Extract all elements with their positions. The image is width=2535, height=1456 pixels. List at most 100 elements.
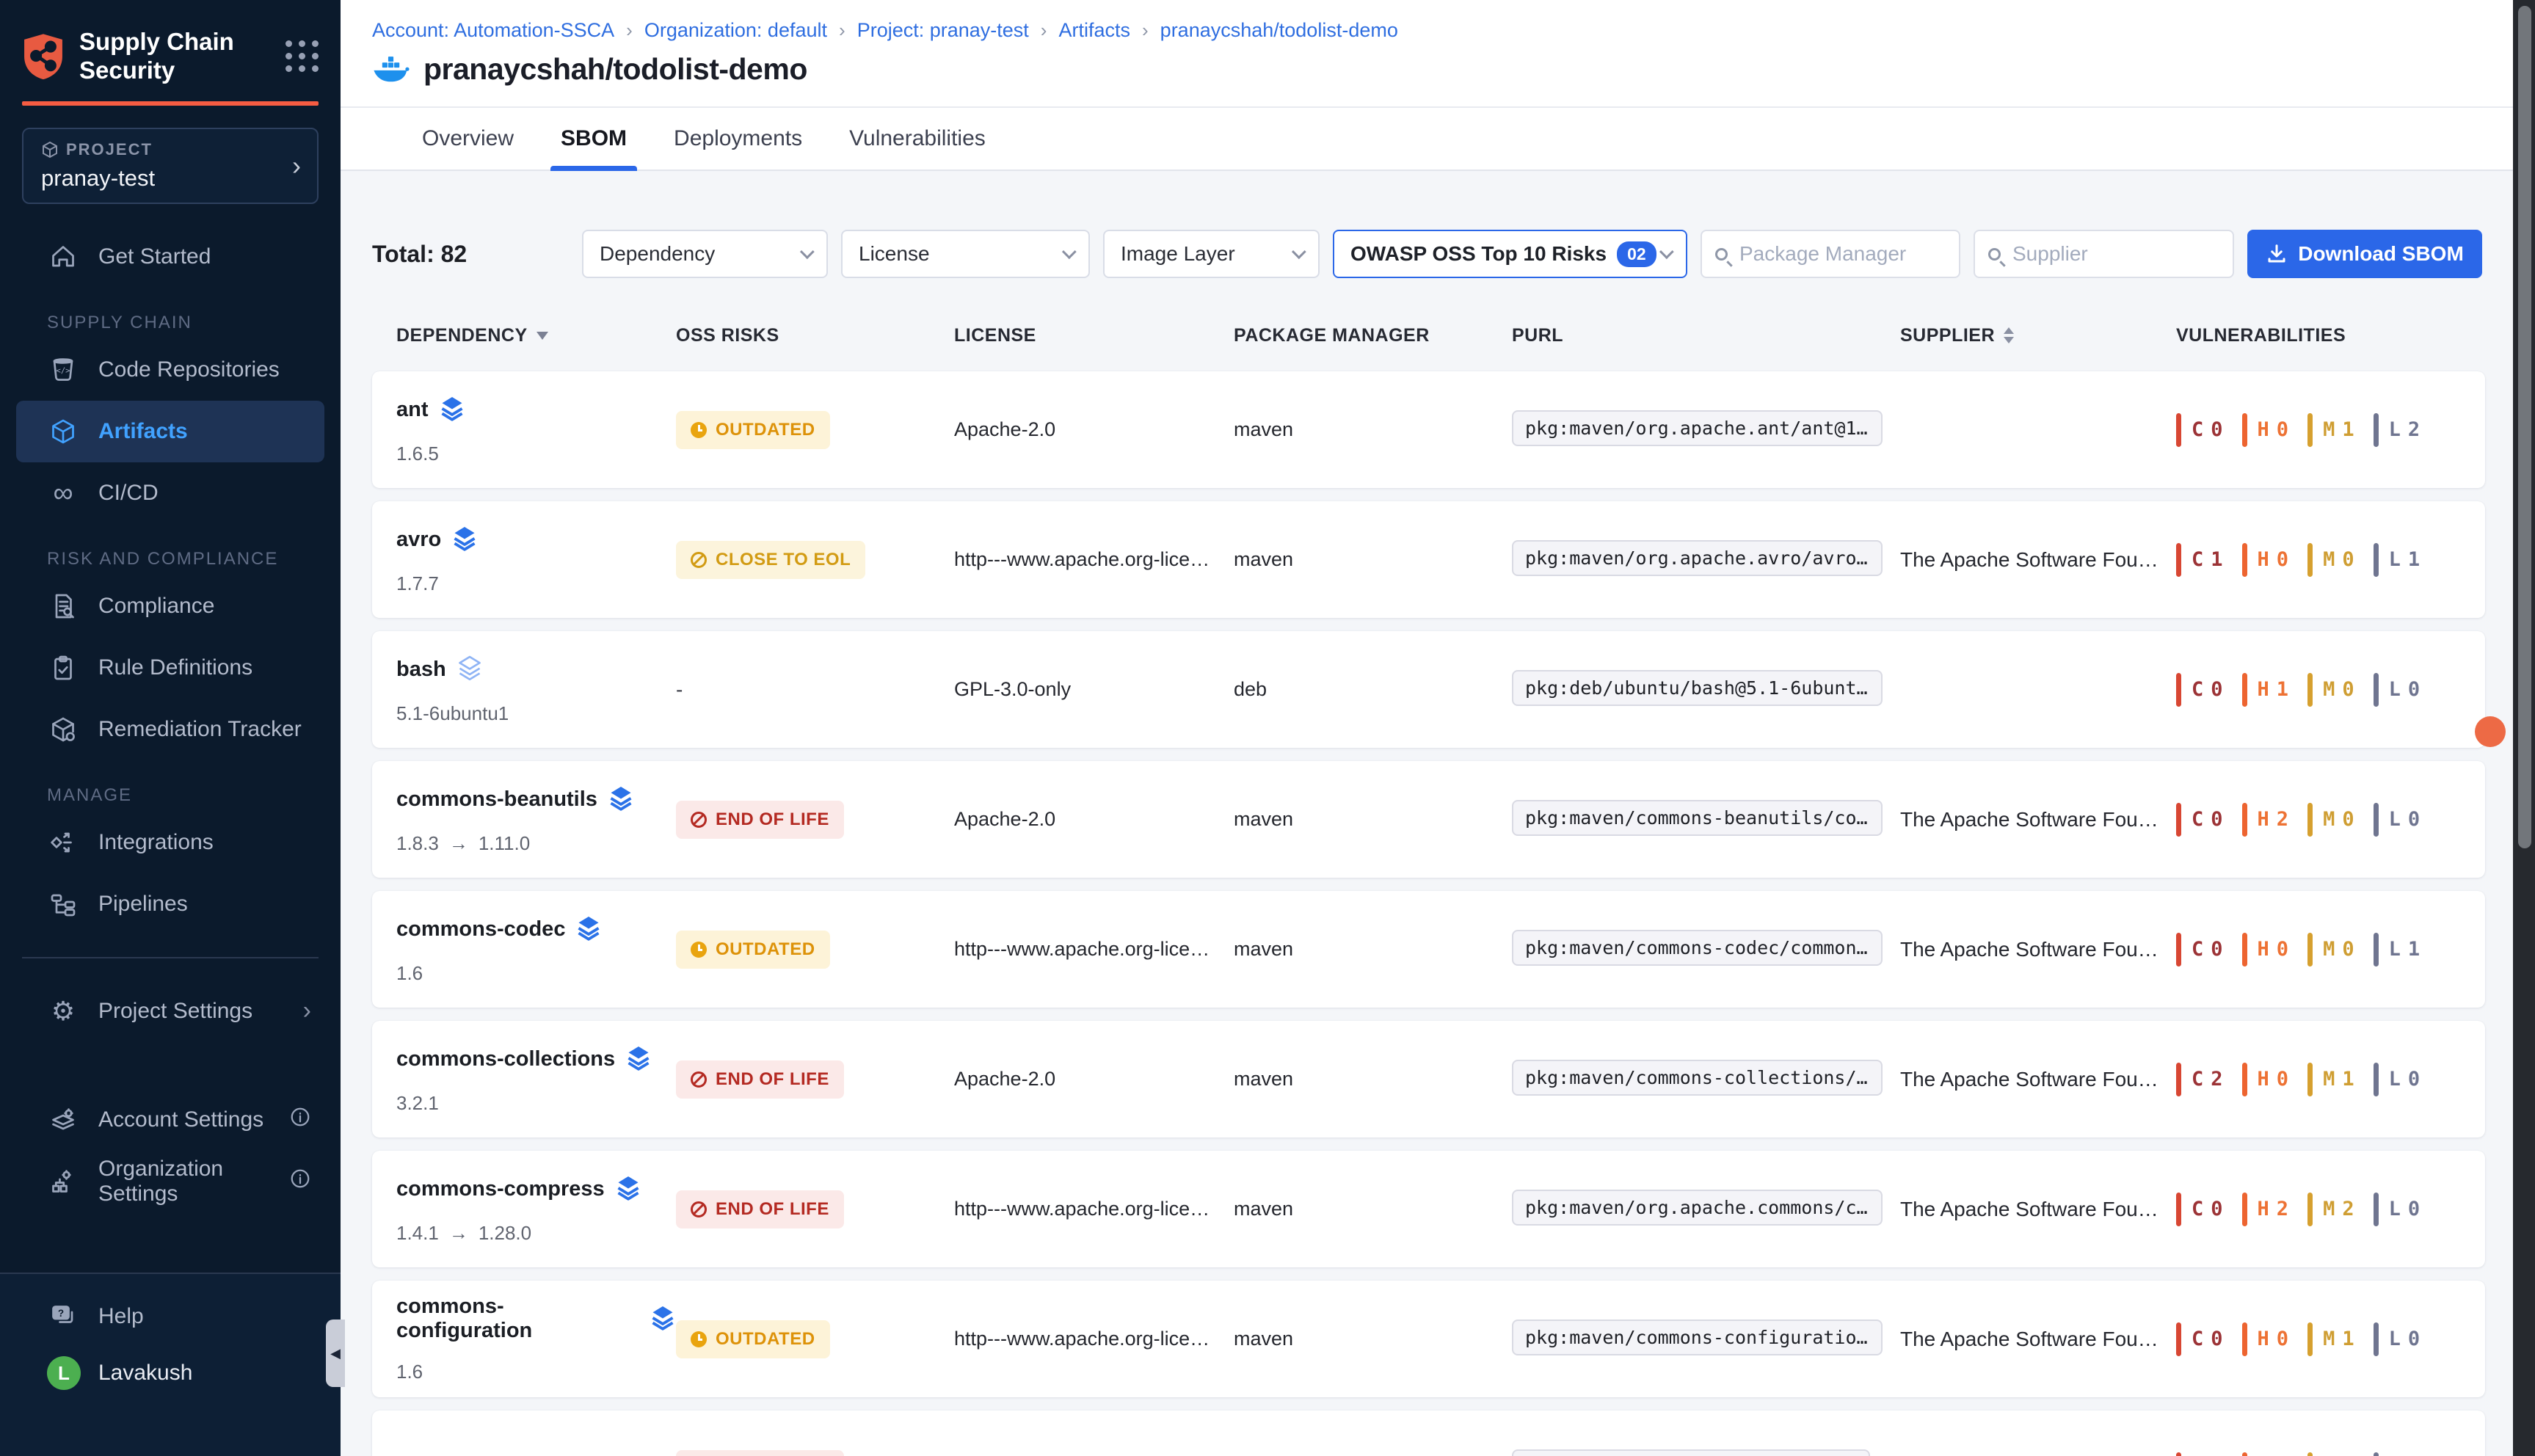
oss-risk-badge: END OF LIFE	[676, 1190, 844, 1228]
upgrade-arrow-icon	[449, 1222, 468, 1245]
dependency-name[interactable]: commons-collections	[396, 1047, 615, 1071]
floating-notification-dot[interactable]	[2475, 716, 2506, 747]
sidebar-footer: ?Help L Lavakush	[0, 1273, 341, 1456]
sidebar-item-rule-definitions[interactable]: Rule Definitions	[0, 637, 341, 699]
table-row[interactable]: commons-beanutils1.8.31.11.0END OF LIFEA…	[372, 761, 2485, 878]
table-row[interactable]: bash5.1-6ubuntu1-GPL-3.0-onlydebpkg:deb/…	[372, 631, 2485, 748]
table-header: DEPENDENCY OSS RISKS LICENSE PACKAGE MAN…	[372, 323, 2485, 348]
sidebar-item-artifacts[interactable]: Artifacts	[16, 401, 324, 462]
purl-chip[interactable]: pkg:maven/commons-fileupload/…	[1512, 1449, 1870, 1456]
download-sbom-button[interactable]: Download SBOM	[2247, 230, 2482, 278]
sidebar-collapse-handle[interactable]: ◀	[326, 1320, 345, 1387]
sidebar-item-label: Compliance	[98, 594, 214, 619]
image-layer-filter-select[interactable]: Image Layer	[1103, 230, 1320, 278]
vuln-h: H2	[2242, 1193, 2289, 1226]
purl-chip[interactable]: pkg:maven/commons-beanutils/comm…	[1512, 800, 1883, 836]
supplier-search-input[interactable]	[2012, 242, 2219, 266]
sidebar-item-integrations[interactable]: Integrations	[0, 812, 341, 873]
vulnerability-counts[interactable]: C0H2M2L0	[2176, 1193, 2485, 1226]
sidebar-item-ci-cd[interactable]: ∞CI/CD	[0, 462, 341, 524]
table-row[interactable]: commons-fileuploadEND OF LIFEApache-2.0m…	[372, 1410, 2485, 1456]
breadcrumb-link[interactable]: Organization: default	[644, 19, 827, 42]
app-switcher-grid-icon[interactable]	[285, 40, 319, 73]
dependency-version: 1.6	[396, 962, 676, 985]
breadcrumb-link[interactable]: Project: pranay-test	[857, 19, 1029, 42]
package-manager-search[interactable]	[1701, 230, 1960, 278]
brand-divider	[22, 101, 319, 106]
infinity-icon: ∞	[47, 479, 79, 507]
user-menu[interactable]: L Lavakush	[0, 1356, 341, 1390]
page-scrollbar[interactable]	[2513, 0, 2535, 1456]
sidebar-item-compliance[interactable]: Compliance	[0, 575, 341, 637]
dependency-name[interactable]: commons-compress	[396, 1177, 605, 1201]
tab-overview[interactable]: Overview	[422, 108, 514, 170]
dependency-name[interactable]: commons-codec	[396, 917, 565, 942]
license-value: Apache-2.0	[954, 1068, 1234, 1091]
project-label: PROJECT	[66, 140, 153, 159]
dependency-filter-select[interactable]: Dependency	[582, 230, 828, 278]
purl-chip[interactable]: pkg:maven/org.apache.commons/com…	[1512, 1190, 1883, 1226]
vulnerability-counts[interactable]: C1H0M0L1	[2176, 543, 2485, 577]
sidebar-item-code-repositories[interactable]: </>Code Repositories	[0, 339, 341, 401]
owasp-risks-filter-select[interactable]: OWASP OSS Top 10 Risks 02	[1333, 230, 1687, 278]
vulnerability-counts[interactable]: C0H0M0L1	[2176, 933, 2485, 967]
supplier-search[interactable]	[1974, 230, 2234, 278]
dependency-name[interactable]: bash	[396, 658, 446, 682]
package-manager-value: maven	[1234, 418, 1512, 441]
severity-bar	[2307, 413, 2313, 447]
sidebar-item-organization-settings[interactable]: Organization Settings	[0, 1151, 341, 1212]
sidebar-item-get-started[interactable]: Get Started	[0, 226, 341, 288]
table-row[interactable]: commons-configuration1.6OUTDATEDhttp---w…	[372, 1281, 2485, 1397]
vuln-m: M0	[2307, 1452, 2354, 1456]
chevron-right-icon: ›	[292, 150, 301, 181]
breadcrumb-link[interactable]: Artifacts	[1058, 19, 1130, 42]
col-dependency[interactable]: DEPENDENCY	[396, 325, 676, 346]
vulnerability-counts[interactable]: C0H0M1L0	[2176, 1322, 2485, 1356]
severity-bar	[2307, 543, 2313, 577]
sidebar-item-label: Organization Settings	[98, 1157, 289, 1206]
sidebar-item-help[interactable]: ?Help	[0, 1287, 341, 1346]
vulnerability-counts[interactable]: C2H0M1L0	[2176, 1063, 2485, 1096]
supplier-value: The Apache Software Foun…	[1900, 1068, 2176, 1091]
sidebar-item-project-settings[interactable]: ⚙Project Settings›	[0, 980, 341, 1042]
table-row[interactable]: commons-codec1.6OUTDATEDhttp---www.apach…	[372, 891, 2485, 1008]
dependency-name[interactable]: ant	[396, 398, 429, 422]
scrollbar-thumb[interactable]	[2518, 6, 2531, 848]
purl-chip[interactable]: pkg:deb/ubuntu/bash@5.1-6ubuntu1	[1512, 670, 1883, 706]
tab-deployments[interactable]: Deployments	[674, 108, 802, 170]
breadcrumb-link[interactable]: Account: Automation-SSCA	[372, 19, 614, 42]
sidebar-item-account-settings[interactable]: Account Settings	[0, 1089, 341, 1151]
vuln-l: L0	[2374, 1193, 2421, 1226]
dependency-name[interactable]: avro	[396, 528, 441, 552]
dependency-name[interactable]: commons-beanutils	[396, 787, 597, 812]
vulnerability-counts[interactable]: C0H1M0L0	[2176, 673, 2485, 707]
sidebar-section-heading: RISK AND COMPLIANCE	[0, 543, 341, 575]
purl-chip[interactable]: pkg:maven/commons-configuration/…	[1512, 1320, 1883, 1355]
project-selector[interactable]: PROJECT pranay-test ›	[22, 128, 319, 204]
breadcrumb-link[interactable]: pranaycshah/todolist-demo	[1160, 19, 1398, 42]
purl-chip[interactable]: pkg:maven/commons-codec/commons-…	[1512, 930, 1883, 966]
col-supplier[interactable]: SUPPLIER	[1900, 325, 2176, 346]
sidebar-divider	[22, 957, 319, 958]
purl-chip[interactable]: pkg:maven/commons-collections/co…	[1512, 1060, 1883, 1096]
tabs-bar: Overview SBOM Deployments Vulnerabilities	[341, 108, 2535, 171]
vulnerability-counts[interactable]: C0H0M1L2	[2176, 413, 2485, 447]
license-value: http---www.apache.org-lice…	[954, 1328, 1234, 1350]
severity-bar	[2374, 413, 2379, 447]
vulnerability-counts[interactable]: C1H0M0L0	[2176, 1452, 2485, 1456]
table-row[interactable]: commons-compress1.4.11.28.0END OF LIFEht…	[372, 1151, 2485, 1267]
purl-chip[interactable]: pkg:maven/org.apache.ant/ant@1.6…	[1512, 410, 1883, 446]
sidebar-item-label: Integrations	[98, 830, 214, 855]
license-filter-select[interactable]: License	[841, 230, 1090, 278]
package-manager-search-input[interactable]	[1739, 242, 1946, 266]
dependency-name[interactable]: commons-configuration	[396, 1295, 639, 1343]
table-row[interactable]: ant1.6.5OUTDATEDApache-2.0mavenpkg:maven…	[372, 371, 2485, 488]
sidebar-item-remediation-tracker[interactable]: Remediation Tracker	[0, 699, 341, 760]
purl-chip[interactable]: pkg:maven/org.apache.avro/avro@1…	[1512, 540, 1883, 576]
vulnerability-counts[interactable]: C0H2M0L0	[2176, 803, 2485, 837]
table-row[interactable]: commons-collections3.2.1END OF LIFEApach…	[372, 1021, 2485, 1138]
table-row[interactable]: avro1.7.7CLOSE TO EOLhttp---www.apache.o…	[372, 501, 2485, 618]
tab-sbom[interactable]: SBOM	[561, 108, 627, 170]
sidebar-item-pipelines[interactable]: Pipelines	[0, 873, 341, 935]
tab-vulnerabilities[interactable]: Vulnerabilities	[849, 108, 986, 170]
